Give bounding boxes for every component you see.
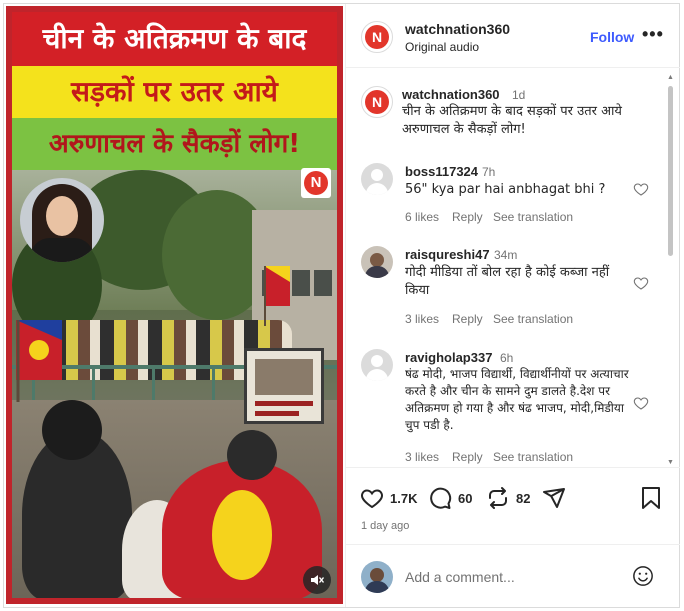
post-header: N watchnation360 Original audio Follow •… (346, 4, 680, 68)
watchnation-logo: N (301, 168, 331, 198)
like-count[interactable]: 1.7K (390, 491, 417, 506)
save-button[interactable] (640, 486, 662, 510)
presenter-inset (20, 178, 104, 262)
comment-username[interactable]: raisqureshi47 (405, 247, 490, 262)
current-user-avatar (361, 561, 393, 593)
scroll-down-arrow-icon[interactable]: ▼ (667, 459, 674, 466)
comment-likes[interactable]: 3 likes (405, 450, 439, 464)
caption-username[interactable]: watchnation360 (402, 87, 500, 102)
repost-button[interactable]: 82 (486, 486, 530, 510)
commenter-avatar[interactable] (361, 163, 393, 195)
comment-bubble-icon (430, 487, 452, 509)
emoji-icon[interactable] (632, 565, 654, 587)
see-translation-link[interactable]: See translation (493, 450, 573, 464)
comment-button[interactable]: 60 (428, 486, 472, 510)
author-username[interactable]: watchnation360 (405, 21, 510, 37)
repost-count: 82 (516, 490, 531, 506)
comment-username[interactable]: ravigholap337 (405, 350, 492, 365)
post-side-panel: N watchnation360 Original audio Follow •… (345, 4, 680, 607)
posted-time[interactable]: 1 day ago (361, 520, 409, 532)
comment-likes[interactable]: 6 likes (405, 210, 439, 224)
comment-username[interactable]: boss117324 (405, 164, 478, 179)
muted-speaker-icon (311, 575, 324, 585)
headline-line-1: चीन के अतिक्रमण के बाद (12, 12, 337, 66)
commenter-avatar[interactable] (361, 349, 393, 381)
headline-line-3: अरुणाचल के सैकड़ों लोग! (12, 118, 337, 170)
bookmark-icon (642, 487, 660, 509)
commenter-avatar[interactable] (361, 246, 393, 278)
reel-video[interactable]: चीन के अतिक्रमण के बाद सड़कों पर उतर आये… (6, 6, 343, 604)
caption-text: चीन के अतिक्रमण के बाद सड़कों पर उतर आये… (402, 104, 622, 137)
see-translation-link[interactable]: See translation (493, 210, 573, 224)
author-avatar[interactable]: N (361, 21, 393, 53)
comment-text: गोदी मीडिया तों बोल रहा है कोई कब्जा नही… (405, 265, 610, 298)
comments-scroll-area[interactable]: N watchnation360 1d चीन के अतिक्रमण के ब… (346, 69, 680, 467)
mute-button[interactable] (303, 566, 331, 594)
comment-time[interactable]: 6h (500, 351, 513, 365)
add-comment-input[interactable]: Add a comment... (405, 569, 515, 585)
comment-like-heart-icon[interactable] (633, 275, 649, 291)
comment-text: षंढ मोदी, भाजप विद्यार्थी, विद्यार्थीनीय… (405, 367, 629, 432)
comment-like-heart-icon[interactable] (633, 395, 649, 411)
comment-time[interactable]: 7h (482, 165, 495, 179)
action-bar: 1.7K 60 82 1 day ago (346, 467, 680, 542)
tibetan-flag-left (16, 320, 62, 402)
caption-time[interactable]: 1d (512, 88, 525, 102)
share-paper-plane-icon (543, 488, 565, 508)
headline-line-2: सड़कों पर उतर आये (12, 66, 337, 118)
heart-icon (361, 489, 383, 509)
add-comment-bar: Add a comment... (346, 544, 680, 607)
audio-label[interactable]: Original audio (405, 40, 479, 54)
share-button[interactable] (542, 486, 566, 510)
comment-likes[interactable]: 3 likes (405, 312, 439, 326)
comment-reply-button[interactable]: Reply (452, 210, 483, 224)
follow-button[interactable]: Follow (590, 29, 634, 45)
scroll-up-arrow-icon[interactable]: ▲ (667, 74, 674, 81)
comment-like-heart-icon[interactable] (633, 181, 649, 197)
protest-poster (244, 348, 324, 424)
more-options-icon[interactable]: ••• (642, 24, 664, 45)
comment-reply-button[interactable]: Reply (452, 312, 483, 326)
like-button[interactable]: 1.7K (360, 486, 417, 510)
comment-time[interactable]: 34m (494, 248, 517, 262)
caption-avatar[interactable]: N (361, 86, 393, 118)
repost-icon (489, 487, 507, 509)
see-translation-link[interactable]: See translation (493, 312, 573, 326)
comment-count: 60 (458, 490, 473, 506)
comment-reply-button[interactable]: Reply (452, 450, 483, 464)
comment-text: 56" kya par hai anbhagat bhi ? (405, 182, 606, 197)
protest-photo (12, 170, 337, 598)
scrollbar-thumb[interactable] (668, 86, 673, 256)
tibetan-flag-center (264, 266, 290, 326)
